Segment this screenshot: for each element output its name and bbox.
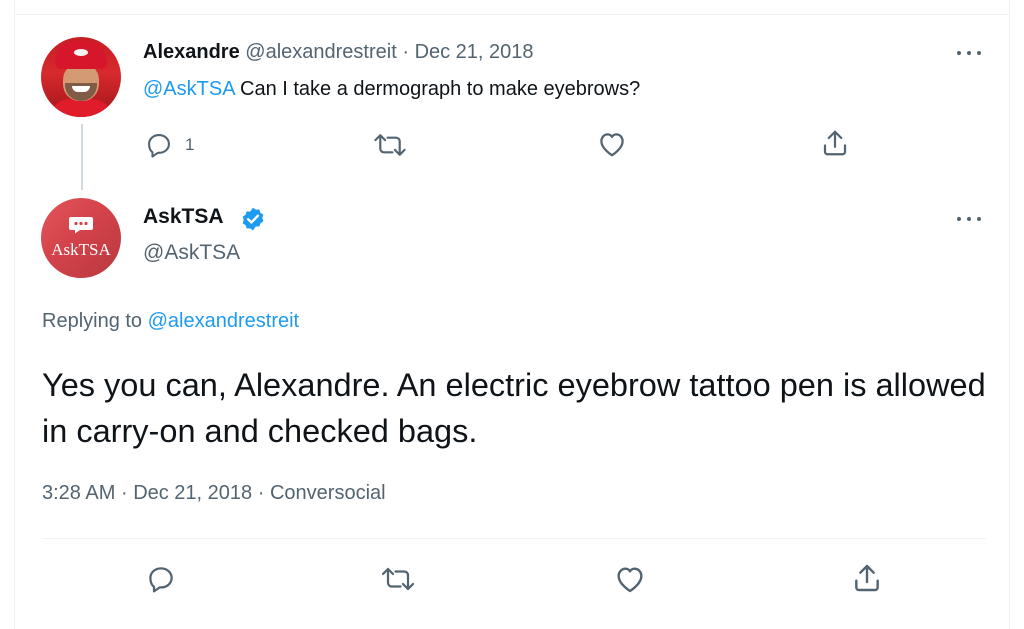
like-icon (617, 567, 643, 593)
tweet-source[interactable]: Conversocial (270, 482, 386, 504)
like-button[interactable] (614, 564, 646, 594)
more-options-icon[interactable] (955, 48, 983, 58)
verified-badge-icon (242, 207, 264, 231)
replying-to: Replying to @alexandrestreit (42, 310, 299, 333)
retweet-button[interactable] (373, 130, 407, 160)
author-handle[interactable]: @AskTSA (143, 241, 240, 265)
author-name[interactable]: AskTSA (143, 205, 224, 229)
share-icon (823, 130, 847, 156)
chat-bubble-icon (69, 217, 93, 234)
author-handle[interactable]: @alexandrestreit (245, 41, 396, 63)
thread-connector-line (81, 124, 83, 190)
share-icon (855, 564, 879, 592)
more-options-icon[interactable] (955, 214, 983, 224)
replying-handle-link[interactable]: @alexandrestreit (148, 310, 299, 332)
tweet-date[interactable]: Dec 21, 2018 (415, 41, 534, 63)
avatar-asktsa[interactable]: AskTSA (41, 198, 121, 278)
reply-icon (149, 567, 173, 593)
retweet-button[interactable] (380, 564, 416, 594)
author-name[interactable]: Alexandre (143, 41, 240, 63)
share-button[interactable] (851, 562, 883, 594)
mention-link[interactable]: @AskTSA (143, 78, 234, 100)
meta-separator: · (257, 482, 265, 504)
reply-count: 1 (185, 135, 195, 154)
avatar-label: AskTSA (51, 240, 111, 259)
replying-label: Replying to (42, 310, 143, 332)
tweet-text: @AskTSA Can I take a dermograph to make … (143, 78, 640, 101)
retweet-icon (381, 567, 415, 591)
avatar-shirt (47, 99, 115, 117)
tweet-header: Alexandre @alexandrestreit · Dec 21, 201… (143, 41, 534, 64)
tweet-metadata: 3:28 AM · Dec 21, 2018 · Conversocial (42, 482, 386, 505)
tweet-body: Can I take a dermograph to make eyebrows… (240, 78, 641, 100)
meta-separator: · (120, 482, 128, 504)
header-separator: · (402, 41, 409, 63)
tweet-time[interactable]: 3:28 AM (42, 482, 115, 504)
reply-icon (148, 134, 170, 158)
share-button[interactable] (820, 128, 850, 158)
reply-button[interactable] (146, 564, 176, 594)
tweet-text: Yes you can, Alexandre. An electric eyeb… (42, 367, 986, 449)
actions-divider (42, 538, 986, 539)
avatar-alexandre[interactable] (41, 37, 121, 117)
reply-button[interactable]: 1 (145, 131, 194, 159)
tweet-date[interactable]: Dec 21, 2018 (133, 482, 252, 504)
like-icon (600, 133, 624, 157)
retweet-icon (374, 134, 406, 156)
timeline-border-top (14, 0, 1010, 14)
avatar-cap-logo (74, 49, 88, 56)
like-button[interactable] (597, 130, 627, 158)
